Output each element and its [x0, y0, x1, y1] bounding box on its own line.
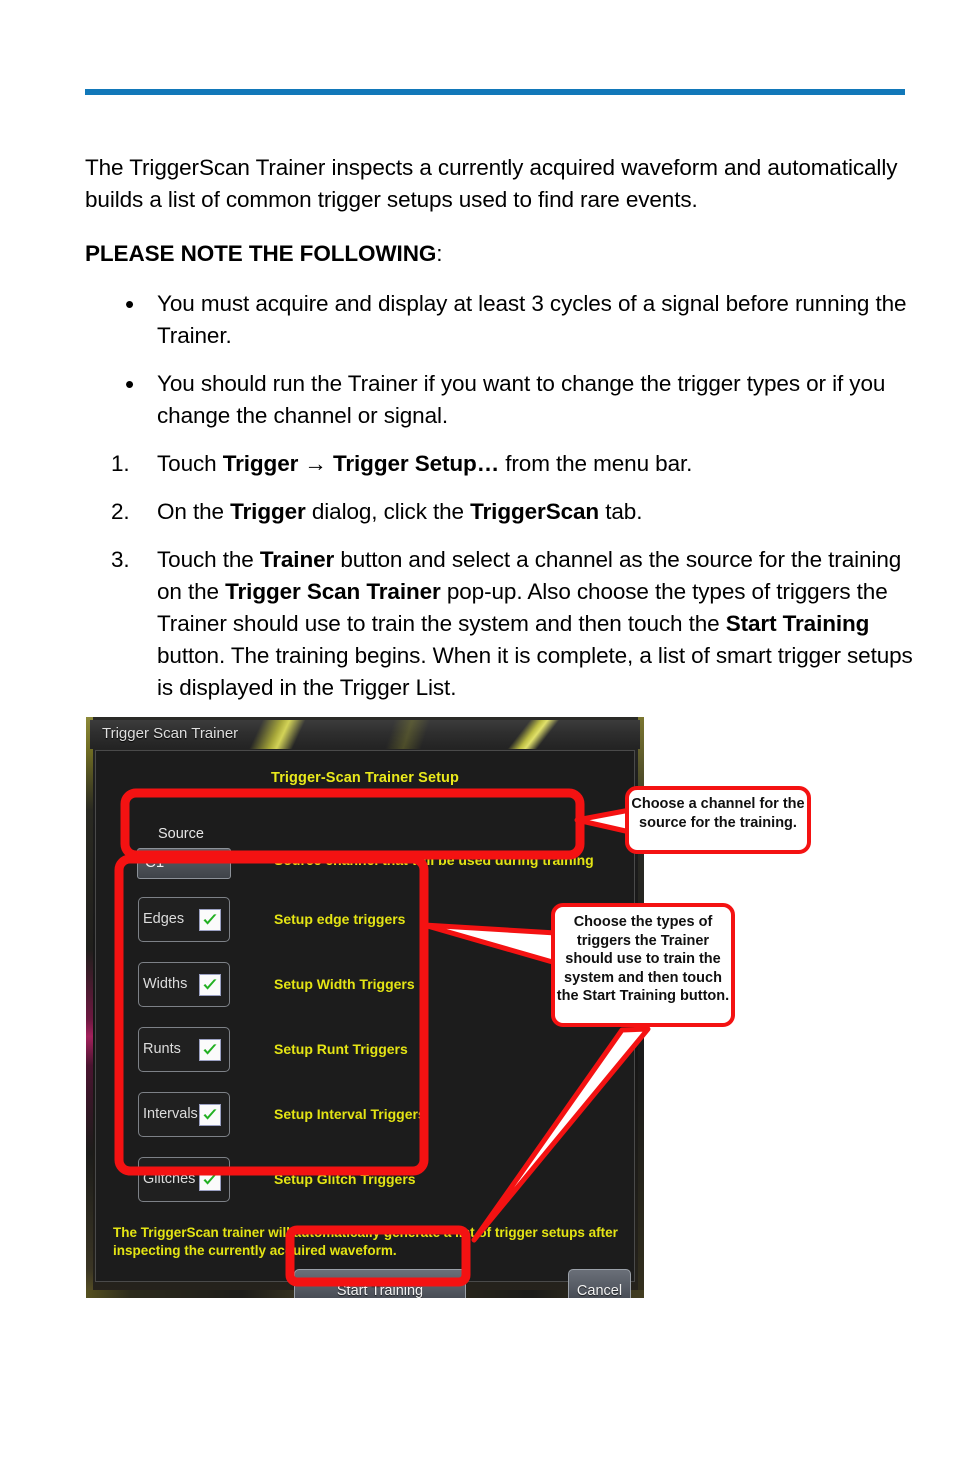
waveform-streak-decoration-2 [420, 720, 640, 749]
trigger-type-group: Edges Setup edge triggers Widths Setup W… [124, 897, 594, 1222]
dialog-titlebar[interactable]: Trigger Scan Trainer [90, 720, 640, 749]
edges-checkbox-label: Edges [143, 911, 185, 927]
list-item: • You should run the Trainer if you want… [85, 368, 915, 432]
please-note-colon: : [436, 241, 443, 266]
please-note-heading: PLEASE NOTE THE FOLLOWING: [85, 238, 915, 270]
list-item-text: You should run the Trainer if you want t… [157, 371, 886, 428]
widths-checkbox[interactable]: Widths [138, 962, 230, 1007]
scope-left-edge [86, 717, 93, 1298]
source-channel-value: C1 [145, 854, 165, 871]
source-hint-text: Source channel that will be used during … [274, 852, 594, 868]
document-page: The TriggerScan Trainer inspects a curre… [0, 0, 954, 1475]
list-item: 2. On the Trigger dialog, click the Trig… [85, 496, 915, 528]
intervals-checkbox-label: Intervals [143, 1106, 198, 1122]
glitches-checkbox-label: Glitches [143, 1171, 196, 1187]
intro-paragraph: The TriggerScan Trainer inspects a curre… [85, 155, 898, 212]
list-item: 1. Touch Trigger → Trigger Setup… from t… [85, 448, 915, 480]
runts-checkbox[interactable]: Runts [138, 1027, 230, 1072]
dialog-title: Trigger Scan Trainer [102, 725, 239, 742]
callout-bubble-trigger-types: Choose the types of triggers the Trainer… [551, 903, 735, 1027]
checkmark-icon [199, 1104, 221, 1126]
list-item-text: On the Trigger dialog, click the Trigger… [157, 499, 643, 524]
number-marker: 1. [111, 451, 130, 476]
runts-hint-text: Setup Runt Triggers [274, 1041, 408, 1057]
list-item: 3. Touch the Trainer button and select a… [85, 544, 915, 704]
header-rule [85, 89, 905, 95]
trigger-type-row-edges: Edges Setup edge triggers [124, 897, 594, 942]
checkmark-icon [199, 1039, 221, 1061]
list-item-text: You must acquire and display at least 3 … [157, 291, 907, 348]
checkmark-icon [199, 974, 221, 996]
edges-checkbox[interactable]: Edges [138, 897, 230, 942]
source-row: Source C1 Source channel that will be us… [124, 826, 594, 886]
bullet-marker: • [125, 369, 135, 399]
glitches-checkbox[interactable]: Glitches [138, 1157, 230, 1202]
widths-checkbox-label: Widths [143, 976, 188, 992]
intervals-checkbox[interactable]: Intervals [138, 1092, 230, 1137]
edges-hint-text: Setup edge triggers [274, 911, 406, 927]
list-item-text: Touch Trigger → Trigger Setup… from the … [157, 451, 693, 476]
list-item: • You must acquire and display at least … [85, 288, 915, 352]
document-body: The TriggerScan Trainer inspects a curre… [85, 152, 915, 720]
cancel-button[interactable]: Cancel [568, 1269, 631, 1298]
list-item-text: Touch the Trainer button and select a ch… [157, 547, 913, 700]
panel-heading: Trigger-Scan Trainer Setup [271, 770, 459, 786]
checkmark-icon [199, 909, 221, 931]
checkmark-icon [199, 1169, 221, 1191]
source-label: Source [158, 826, 204, 842]
trigger-type-row-intervals: Intervals Setup Interval Triggers [124, 1092, 594, 1137]
intervals-hint-text: Setup Interval Triggers [274, 1106, 426, 1122]
source-channel-select[interactable]: C1 [137, 848, 231, 879]
trigger-type-row-widths: Widths Setup Width Triggers [124, 962, 594, 1007]
trigger-type-row-glitches: Glitches Setup Glitch Triggers [124, 1157, 594, 1202]
trigger-type-row-runts: Runts Setup Runt Triggers [124, 1027, 594, 1072]
start-training-button[interactable]: Start Training [294, 1269, 466, 1298]
callout-bubble-source: Choose a channel for the source for the … [625, 786, 811, 854]
instruction-list: • You must acquire and display at least … [85, 288, 915, 704]
please-note-bold: PLEASE NOTE THE FOLLOWING [85, 241, 437, 266]
dialog-footer-note: The TriggerScan trainer will automatical… [113, 1225, 618, 1258]
number-marker: 2. [111, 499, 130, 524]
bullet-marker: • [125, 289, 135, 319]
widths-hint-text: Setup Width Triggers [274, 976, 415, 992]
runts-checkbox-label: Runts [143, 1041, 181, 1057]
number-marker: 3. [111, 547, 130, 572]
glitches-hint-text: Setup Glitch Triggers [274, 1171, 416, 1187]
